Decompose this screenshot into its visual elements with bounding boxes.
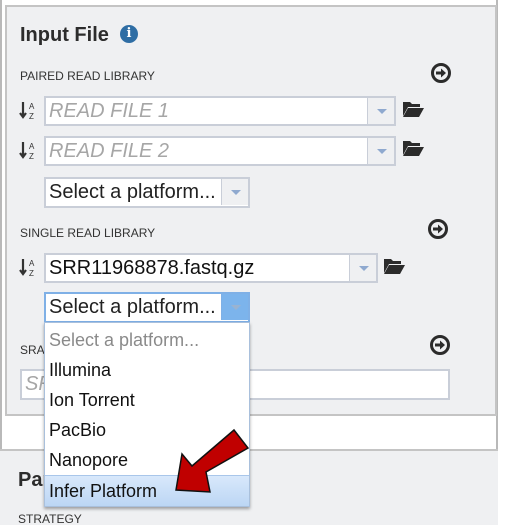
annotation-arrow-icon xyxy=(175,428,250,493)
platform-option-illumina[interactable]: Illumina xyxy=(45,355,249,385)
add-paired-arrow-icon[interactable] xyxy=(431,63,451,83)
folder-open-icon[interactable] xyxy=(402,100,424,118)
single-read-file-input[interactable]: SRR11968878.fastq.gz xyxy=(44,253,378,283)
read-file-1-dropdown-button[interactable] xyxy=(367,98,394,124)
single-read-library-label: SINGLE READ LIBRARY xyxy=(20,226,156,240)
svg-text:A: A xyxy=(29,259,35,268)
sort-az-icon: A Z xyxy=(19,259,35,278)
read-file-1-placeholder: READ FILE 1 xyxy=(49,100,170,122)
add-single-arrow-icon[interactable] xyxy=(428,219,448,239)
read-file-2-dropdown-button[interactable] xyxy=(367,138,394,164)
paired-platform-select[interactable]: Select a platform... xyxy=(44,177,250,208)
single-platform-value: Select a platform... xyxy=(49,296,216,318)
svg-text:Z: Z xyxy=(29,112,34,121)
input-file-title: Input File xyxy=(20,24,109,46)
folder-open-icon[interactable] xyxy=(402,139,424,157)
svg-text:A: A xyxy=(29,102,35,111)
sort-az-icon: A Z xyxy=(19,142,35,161)
paired-read-library-label: PAIRED READ LIBRARY xyxy=(20,69,155,83)
paired-platform-value: Select a platform... xyxy=(49,181,216,203)
single-platform-dropdown-button[interactable] xyxy=(221,294,248,320)
read-file-1-input[interactable]: READ FILE 1 xyxy=(44,96,396,126)
info-icon[interactable]: i xyxy=(120,25,138,43)
svg-text:A: A xyxy=(29,142,35,151)
platform-option-ion-torrent[interactable]: Ion Torrent xyxy=(45,385,249,415)
folder-open-icon[interactable] xyxy=(383,257,405,275)
sort-az-icon: A Z xyxy=(19,102,35,121)
single-platform-select[interactable]: Select a platform... xyxy=(44,292,250,323)
read-file-2-input[interactable]: READ FILE 2 xyxy=(44,136,396,166)
add-sra-arrow-icon[interactable] xyxy=(430,335,450,355)
paired-platform-dropdown-button[interactable] xyxy=(221,179,248,205)
platform-option-placeholder[interactable]: Select a platform... xyxy=(45,325,249,355)
svg-text:Z: Z xyxy=(29,152,34,161)
single-read-file-value: SRR11968878.fastq.gz xyxy=(49,257,255,279)
single-read-file-dropdown-button[interactable] xyxy=(349,255,376,281)
read-file-2-placeholder: READ FILE 2 xyxy=(49,140,170,162)
strategy-label: STRATEGY xyxy=(18,512,82,526)
svg-text:Z: Z xyxy=(29,269,34,278)
sra-label: SRA xyxy=(20,343,45,357)
